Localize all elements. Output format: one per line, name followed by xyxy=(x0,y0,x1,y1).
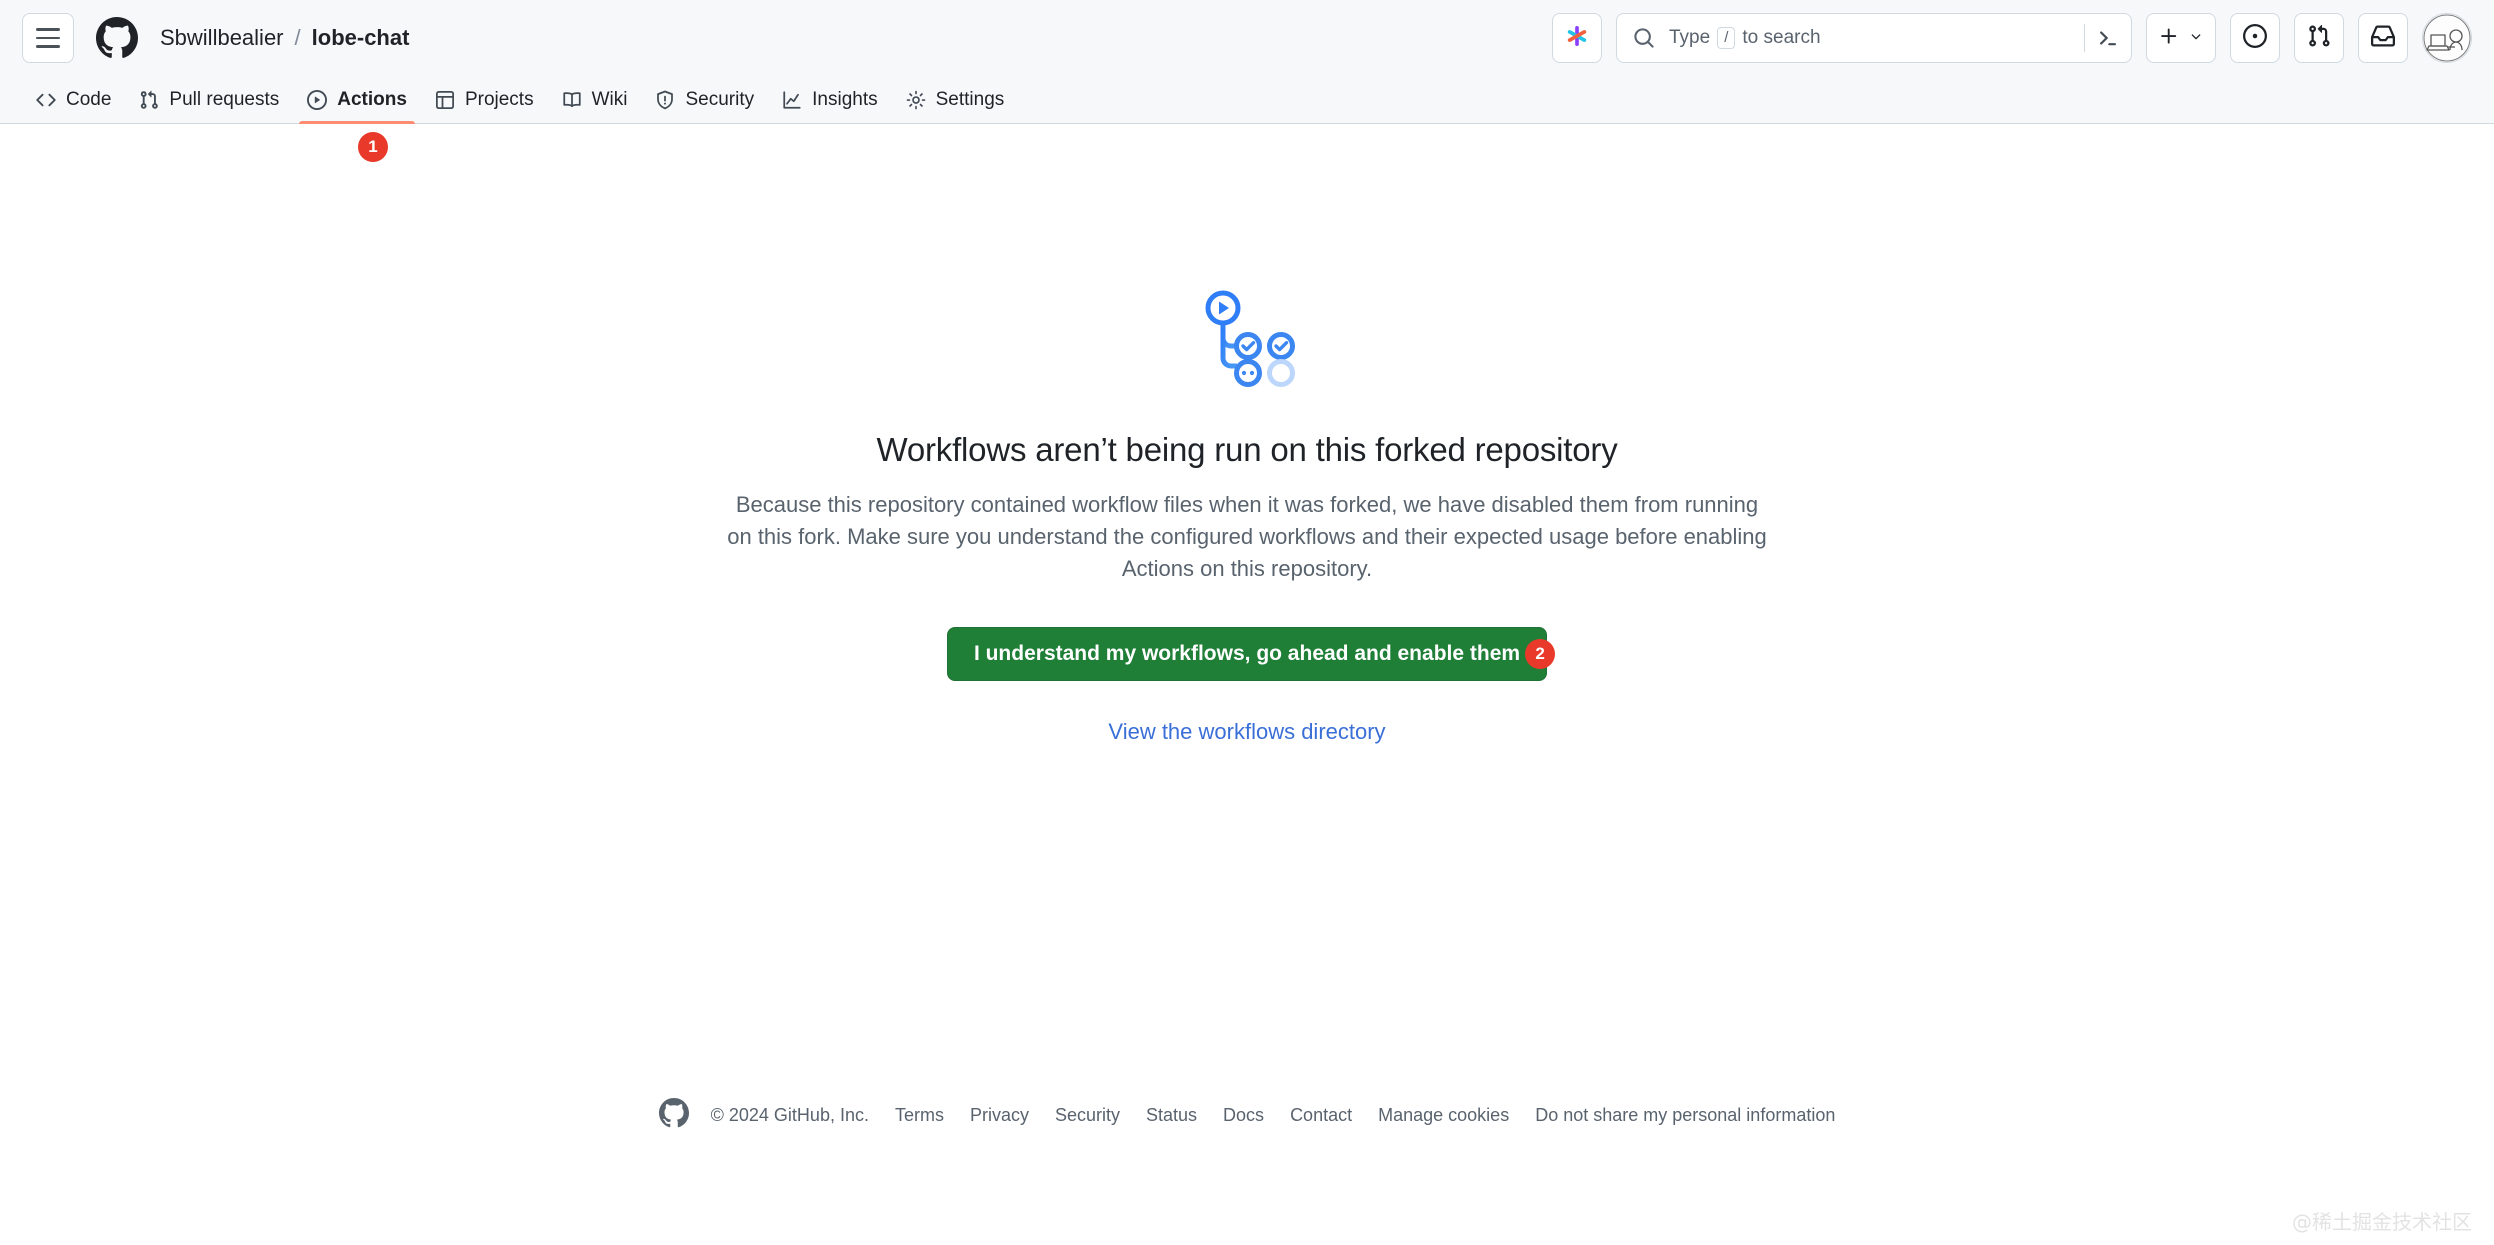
terminal-prompt-icon[interactable] xyxy=(2097,27,2119,49)
footer-link-contact[interactable]: Contact xyxy=(1290,1105,1352,1126)
breadcrumb-repo[interactable]: lobe-chat xyxy=(312,25,410,51)
search-icon xyxy=(1633,27,1655,49)
nav-tab-actions[interactable]: Actions xyxy=(293,89,421,124)
nav-tab-settings[interactable]: Settings xyxy=(892,89,1019,123)
footer-link-status[interactable]: Status xyxy=(1146,1105,1197,1126)
search-placeholder-suffix: to search xyxy=(1742,27,1821,48)
search-placeholder: Type / to search xyxy=(1669,27,1821,49)
footer-link-manage-cookies[interactable]: Manage cookies xyxy=(1378,1105,1509,1126)
book-icon xyxy=(562,90,582,110)
breadcrumb-owner[interactable]: Sbwillbealier xyxy=(160,25,284,51)
notifications-inbox-button[interactable] xyxy=(2358,13,2408,63)
nav-tab-pull-requests[interactable]: Pull requests xyxy=(125,89,293,123)
code-icon xyxy=(36,90,56,110)
annotation-marker-2: 2 xyxy=(1525,638,1556,669)
gear-icon xyxy=(906,90,926,110)
copilot-sparkle-icon xyxy=(1564,23,1590,54)
plus-icon xyxy=(2159,26,2179,51)
breadcrumb: Sbwillbealier / lobe-chat xyxy=(160,25,409,51)
inbox-icon xyxy=(2371,24,2395,53)
blankslate-description: Because this repository contained workfl… xyxy=(727,492,1767,581)
nav-tab-label: Projects xyxy=(464,89,534,110)
footer-link-privacy[interactable]: Privacy xyxy=(970,1105,1029,1126)
nav-tab-wiki[interactable]: Wiki xyxy=(548,89,642,123)
breadcrumb-separator: / xyxy=(294,25,301,50)
actions-blankslate: Workflows aren’t being run on this forke… xyxy=(697,282,1797,745)
github-mark-icon xyxy=(658,1098,689,1133)
nav-tab-label: Code xyxy=(66,89,112,110)
nav-tab-code[interactable]: Code xyxy=(22,89,125,123)
search-divider xyxy=(2084,24,2085,52)
footer-copyright-text: © 2024 GitHub, Inc. xyxy=(710,1105,869,1125)
footer-link-docs[interactable]: Docs xyxy=(1223,1105,1264,1126)
shield-icon xyxy=(655,90,675,110)
hamburger-icon-bar xyxy=(36,45,60,48)
search-slash-key: / xyxy=(1717,27,1736,49)
header-actions: Type / to search xyxy=(1552,13,2472,63)
pull-requests-button[interactable] xyxy=(2294,13,2344,63)
view-workflows-directory-link[interactable]: View the workflows directory xyxy=(1108,719,1385,745)
nav-tab-label: Security xyxy=(685,89,755,110)
play-circle-icon xyxy=(307,90,328,110)
issues-button[interactable] xyxy=(2230,13,2280,63)
page-footer: © 2024 GitHub, Inc. Terms Privacy Securi… xyxy=(0,1098,2494,1133)
global-header: Sbwillbealier / lobe-chat Type / to sear… xyxy=(0,0,2494,76)
hamburger-menu-button[interactable] xyxy=(22,13,74,63)
nav-tab-label: Actions xyxy=(337,89,407,110)
issues-circle-icon xyxy=(2243,23,2267,53)
repository-nav: Code Pull requests Actions Projects Wiki… xyxy=(0,76,2494,162)
footer-copyright: © 2024 GitHub, Inc. xyxy=(658,1098,869,1133)
enable-workflows-button[interactable]: I understand my workflows, go ahead and … xyxy=(946,626,1548,681)
watermark: @稀土掘金技术社区 xyxy=(2292,1210,2472,1234)
nav-tab-label: Wiki xyxy=(591,89,628,110)
search-placeholder-prefix: Type xyxy=(1669,27,1711,48)
nav-tab-label: Pull requests xyxy=(169,89,280,110)
search-input[interactable]: Type / to search xyxy=(1616,13,2132,63)
footer-link-terms[interactable]: Terms xyxy=(895,1105,944,1126)
nav-tab-label: Insights xyxy=(812,89,878,110)
graph-icon xyxy=(782,90,802,110)
footer-link-security[interactable]: Security xyxy=(1055,1105,1120,1126)
nav-tab-projects[interactable]: Projects xyxy=(421,89,548,123)
main-content: Workflows aren’t being run on this forke… xyxy=(0,124,2494,1245)
user-avatar[interactable] xyxy=(2422,13,2472,63)
git-pull-request-icon xyxy=(2307,24,2331,53)
enable-action-row: I understand my workflows, go ahead and … xyxy=(946,626,1556,681)
hamburger-icon-bar xyxy=(36,36,60,40)
table-icon xyxy=(435,90,455,110)
page-title: Workflows aren’t being run on this forke… xyxy=(876,431,1618,468)
nav-tab-insights[interactable]: Insights xyxy=(768,89,891,123)
annotation-marker-1: 1 xyxy=(358,132,388,162)
git-pull-request-icon xyxy=(139,90,159,110)
chevron-down-icon xyxy=(2189,29,2203,48)
create-new-button[interactable] xyxy=(2146,13,2216,63)
footer-link-do-not-share[interactable]: Do not share my personal information xyxy=(1535,1105,1835,1126)
nav-tab-security[interactable]: Security xyxy=(641,89,768,123)
github-logo-icon[interactable] xyxy=(96,17,138,59)
copilot-button[interactable] xyxy=(1552,13,1602,63)
hamburger-icon-bar xyxy=(36,28,60,31)
nav-tab-label: Settings xyxy=(935,89,1005,110)
workflow-graph-illustration xyxy=(1193,282,1301,395)
